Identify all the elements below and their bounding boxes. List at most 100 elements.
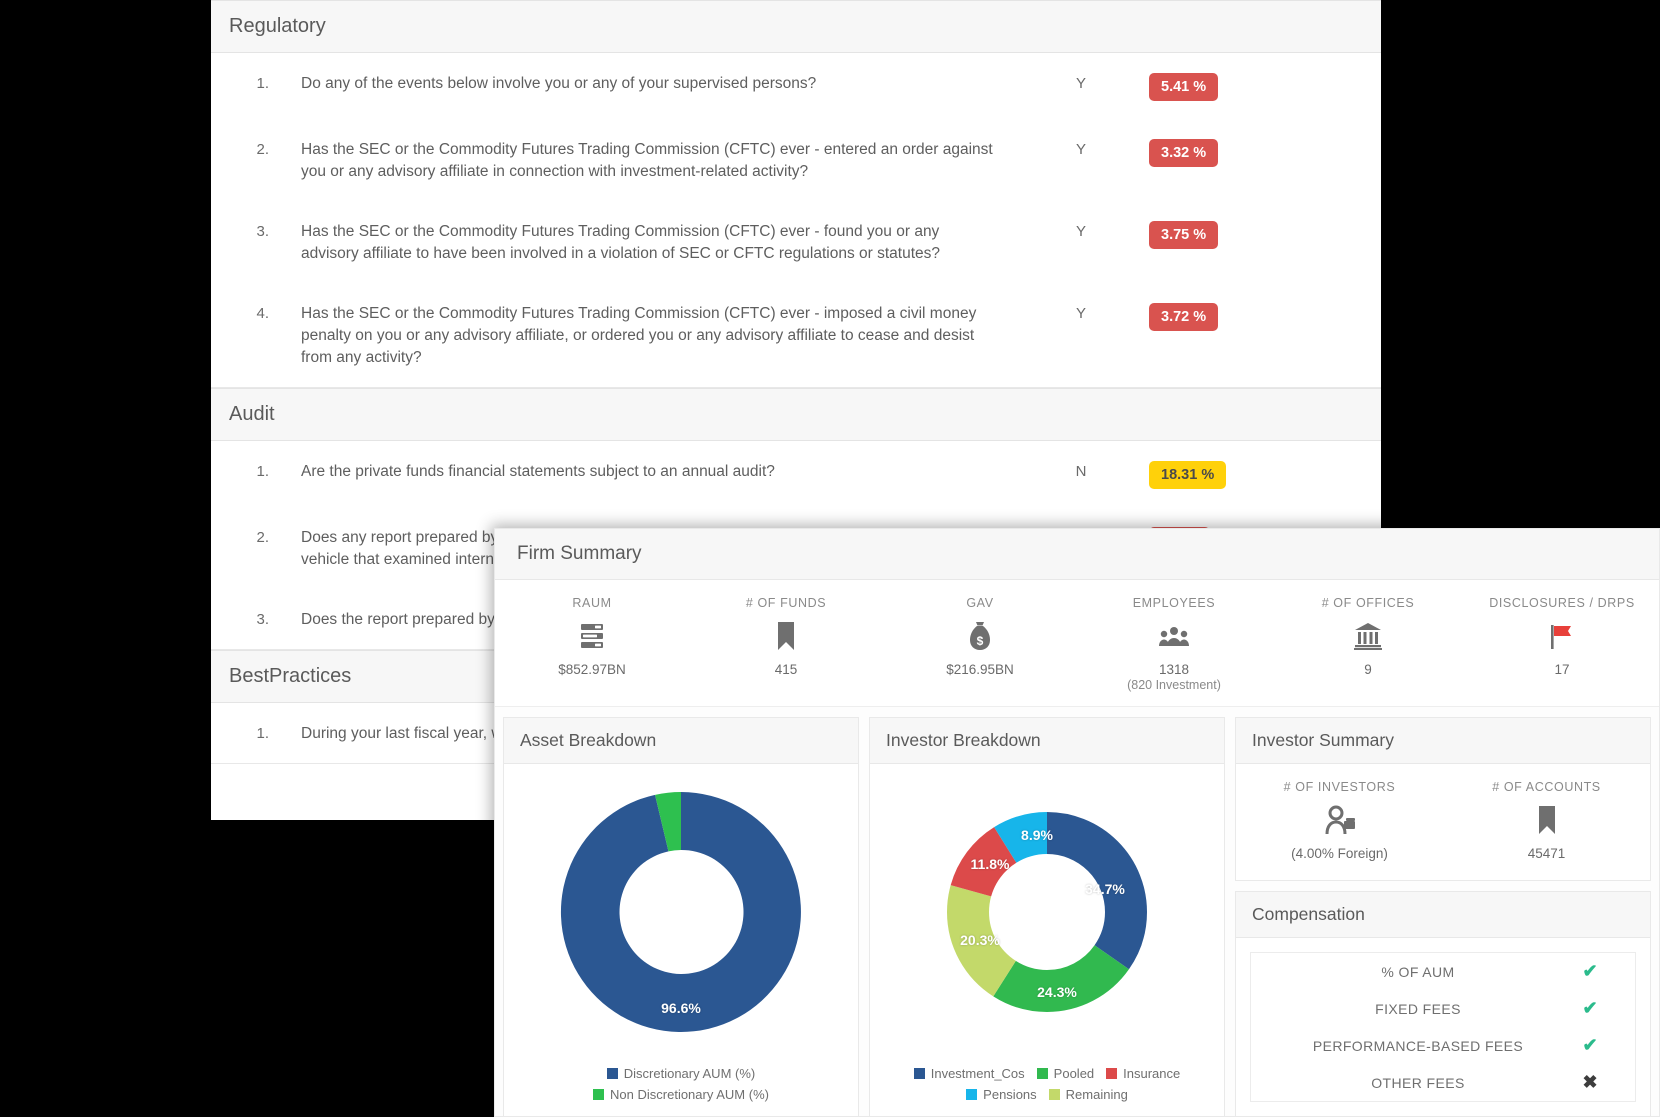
card-asset-breakdown: Asset Breakdown 96.6% Discretionary AUM … (503, 717, 859, 1116)
stat-value: (4.00% Foreign) (1291, 846, 1388, 861)
asset-breakdown-chart[interactable]: 96.6% (504, 764, 858, 1064)
investor-person-icon (1236, 803, 1443, 837)
dashboard-cards: Asset Breakdown 96.6% Discretionary AUM … (495, 707, 1659, 1116)
slice-label-pooled: 24.3% (1037, 983, 1077, 1000)
cross-icon: ✖ (1582, 1072, 1598, 1092)
stat-value: 17 (1554, 662, 1570, 677)
status-badge: 5.41 % (1149, 73, 1219, 101)
slice-label-pensions: 8.9% (1021, 826, 1053, 843)
stat-label: # OF INVESTORS (1283, 780, 1396, 794)
table-row[interactable]: 1. Are the private funds financial state… (211, 441, 1381, 507)
answer-value: N (1075, 463, 1087, 480)
question-text: Has the SEC or the Commodity Futures Tra… (301, 305, 977, 366)
legend-item[interactable]: Remaining (1048, 1087, 1128, 1102)
badge-cell: 3.75 % (1141, 221, 1269, 249)
row-number: 1. (256, 725, 269, 742)
stat-number-of-funds: # OF FUNDS 415 (689, 596, 883, 692)
card-title-investor-summary: Investor Summary (1236, 718, 1650, 764)
legend-investor-breakdown: Investment_Cos Pooled Insurance Pensions (870, 1064, 1224, 1116)
compensation-label: % OF AUM (1381, 963, 1455, 980)
stat-employees: EMPLOYEES 1318 (820 Investment) (1077, 596, 1271, 692)
slice-label-investment-cos: 34.7% (1085, 880, 1125, 897)
legend-swatch-icon (1036, 1068, 1048, 1079)
question-text: Are the private funds financial statemen… (301, 463, 775, 480)
server-stack-icon (495, 619, 689, 653)
legend-swatch-icon (593, 1089, 605, 1100)
badge-cell: 18.31 % (1141, 461, 1269, 489)
stat-value: 45471 (1527, 846, 1566, 861)
stat-value: 1318 (1158, 662, 1190, 677)
table-row[interactable]: 3. Has the SEC or the Commodity Futures … (211, 201, 1381, 283)
legend-item[interactable]: Pensions (966, 1087, 1037, 1102)
legend-asset-breakdown: Discretionary AUM (%) Non Discretionary … (504, 1064, 858, 1116)
table-row: PERFORMANCE-BASED FEES ✔ (1251, 1027, 1635, 1064)
stat-label: # OF OFFICES (1321, 596, 1415, 610)
legend-item[interactable]: Pooled (1036, 1066, 1095, 1081)
status-badge: 18.31 % (1149, 461, 1227, 489)
card-title-asset-breakdown: Asset Breakdown (504, 718, 858, 764)
legend-swatch-icon (913, 1068, 925, 1079)
card-compensation: Compensation % OF AUM ✔ FIXED FEES ✔ PER… (1235, 891, 1651, 1116)
legend-label: Pooled (1053, 1066, 1095, 1081)
stat-label: # OF ACCOUNTS (1492, 780, 1601, 794)
badge-cell: 3.32 % (1141, 139, 1269, 167)
stat-raum: RAUM $852.97BN (495, 596, 689, 692)
stat-value: $852.97BN (558, 662, 626, 677)
legend-label: Non Discretionary AUM (%) (610, 1087, 769, 1102)
card-investor-summary: Investor Summary # OF INVESTORS (4.00% F… (1235, 717, 1651, 881)
badge-cell: 5.41 % (1141, 73, 1269, 101)
stat-label: DISCLOSURES / DRPS (1489, 596, 1635, 610)
bookmark-icon (1443, 803, 1650, 837)
question-text: Has the SEC or the Commodity Futures Tra… (301, 141, 993, 180)
slice-label-insurance: 11.8% (970, 855, 1010, 872)
firm-summary-header: Firm Summary (495, 529, 1659, 580)
donut-asset: 96.6% (550, 781, 812, 1048)
row-number: 4. (256, 305, 269, 322)
legend-label: Remaining (1065, 1087, 1128, 1102)
check-icon: ✔ (1582, 998, 1598, 1018)
dashboard-window: Firm Summary RAUM $852.97BN # OF FUNDS 4… (494, 528, 1660, 1117)
status-badge: 3.75 % (1149, 221, 1219, 249)
stat-value: 9 (1364, 662, 1372, 677)
table-row: % OF AUM ✔ (1251, 953, 1635, 990)
table-row: FIXED FEES ✔ (1251, 990, 1635, 1027)
table-row[interactable]: 1. Do any of the events below involve yo… (211, 53, 1381, 119)
stat-label: EMPLOYEES (1132, 596, 1216, 610)
table-row[interactable]: 2. Has the SEC or the Commodity Futures … (211, 119, 1381, 201)
section-header-audit: Audit (211, 388, 1381, 441)
money-bag-icon: $ (883, 619, 1077, 653)
compensation-label: PERFORMANCE-BASED FEES (1312, 1037, 1524, 1054)
legend-label: Investment_Cos (930, 1066, 1025, 1081)
legend-label: Discretionary AUM (%) (623, 1066, 756, 1081)
question-text: Do any of the events below involve you o… (301, 75, 817, 92)
investor-breakdown-chart[interactable]: 34.7% 24.3% 20.3% 11.8% 8.9% (870, 764, 1224, 1064)
stat-sub: (820 Investment) (1127, 678, 1221, 692)
card-title-investor-breakdown: Investor Breakdown (870, 718, 1224, 764)
legend-swatch-icon (1048, 1089, 1060, 1100)
legend-label: Pensions (983, 1087, 1037, 1102)
legend-item[interactable]: Non Discretionary AUM (%) (593, 1087, 769, 1102)
row-number: 1. (256, 75, 269, 92)
legend-item[interactable]: Investment_Cos (913, 1066, 1025, 1081)
table-row[interactable]: 4. Has the SEC or the Commodity Futures … (211, 283, 1381, 387)
row-number: 1. (256, 463, 269, 480)
legend-swatch-icon (1106, 1068, 1118, 1079)
row-number: 3. (256, 223, 269, 240)
stat-label: # OF FUNDS (745, 596, 827, 610)
status-badge: 3.72 % (1149, 303, 1219, 331)
bank-building-icon (1271, 619, 1465, 653)
legend-swatch-icon (606, 1068, 618, 1079)
stat-label: GAV (966, 596, 994, 610)
slice-label-discretionary: 96.6% (661, 999, 701, 1016)
check-icon: ✔ (1582, 961, 1598, 981)
bookmark-icon (689, 619, 883, 653)
legend-item[interactable]: Discretionary AUM (%) (606, 1066, 756, 1081)
card-title-compensation: Compensation (1236, 892, 1650, 938)
red-flag-icon (1465, 619, 1659, 653)
legend-item[interactable]: Insurance (1106, 1066, 1180, 1081)
answer-value: Y (1075, 305, 1086, 322)
check-icon: ✔ (1582, 1035, 1598, 1055)
stat-number-of-offices: # OF OFFICES 9 (1271, 596, 1465, 692)
stat-disclosures-drps: DISCLOSURES / DRPS 17 (1465, 596, 1659, 692)
slice-label-remaining: 20.3% (960, 931, 1000, 948)
